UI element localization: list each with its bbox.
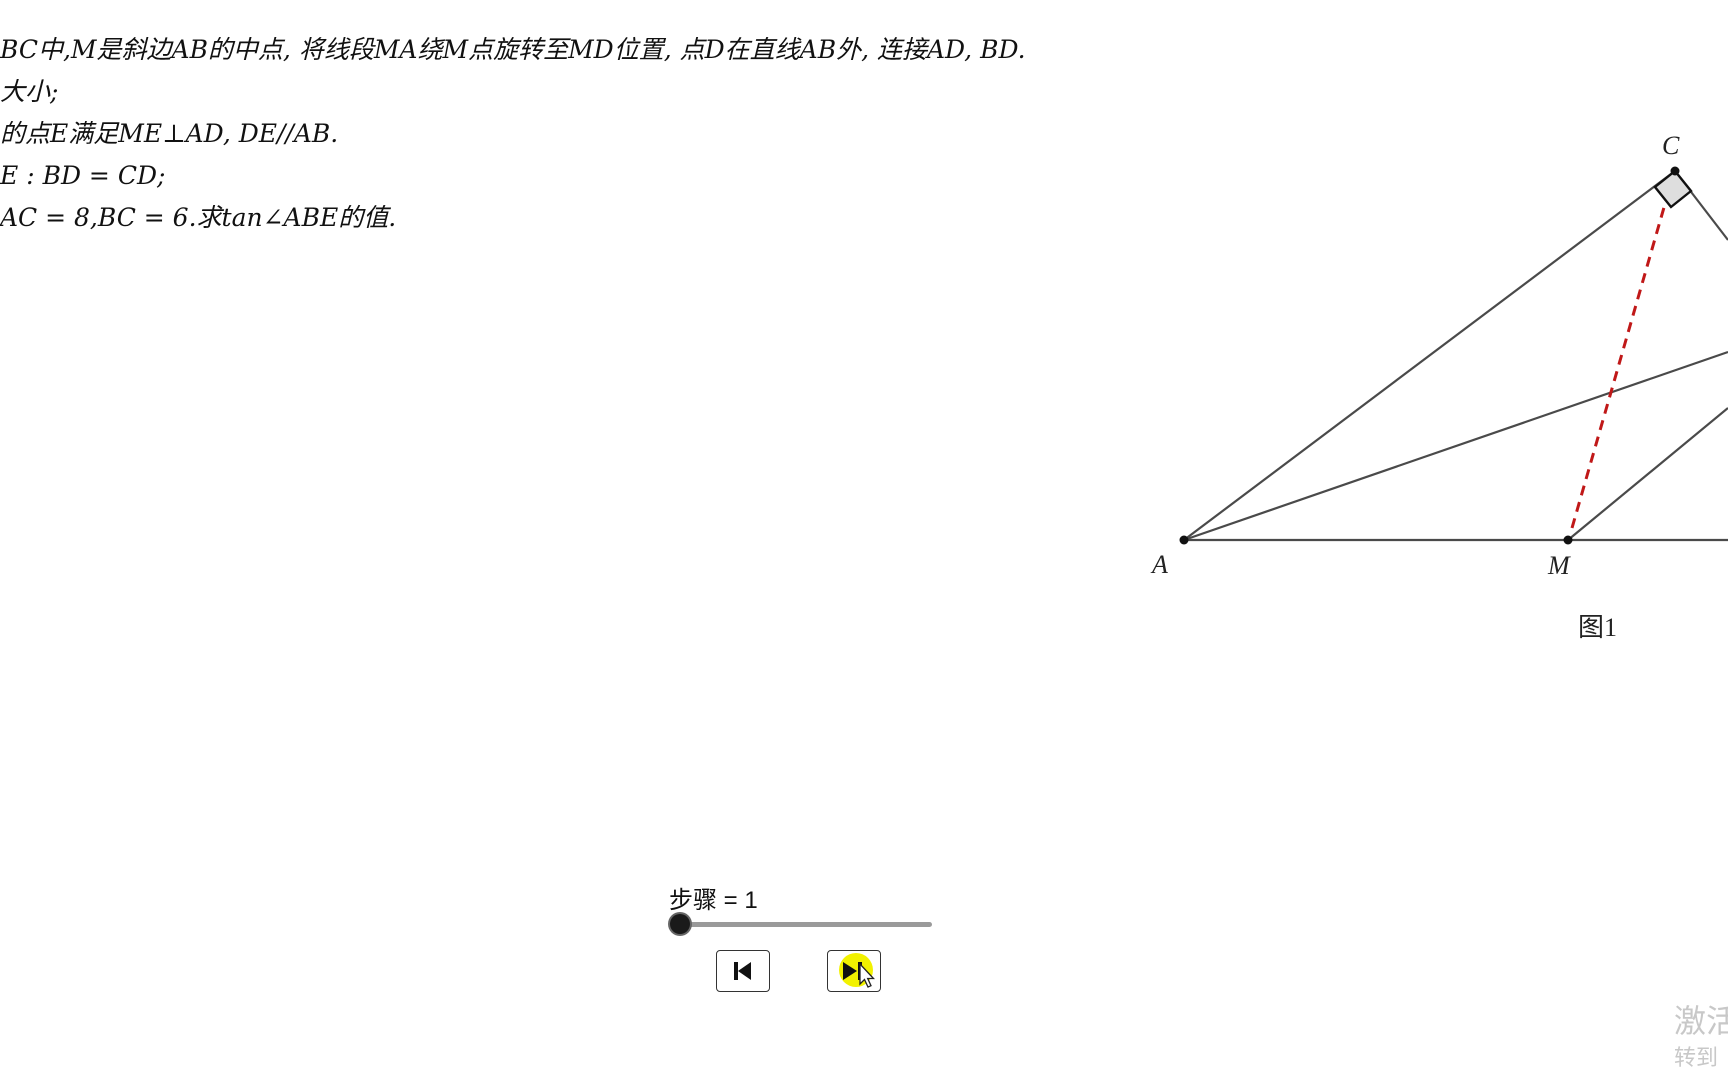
- reset-step-button[interactable]: [716, 950, 770, 992]
- figure-caption: 图1: [1578, 613, 1617, 642]
- point-a[interactable]: [1179, 535, 1189, 545]
- label-a: A: [1150, 550, 1168, 579]
- label-m: M: [1547, 551, 1571, 580]
- step-slider-track[interactable]: [680, 922, 932, 927]
- next-step-icon: [839, 953, 875, 988]
- segment-md: [1567, 407, 1728, 541]
- segment-ad: [1183, 350, 1728, 542]
- segment-mc-dashed: [1570, 182, 1673, 529]
- point-c[interactable]: [1670, 166, 1680, 176]
- geometry-canvas: A M C 图1: [1150, 131, 1728, 642]
- step-slider-label: 步骤 = 1: [669, 887, 758, 914]
- segment-ac: [1183, 170, 1676, 541]
- point-m[interactable]: [1563, 535, 1573, 545]
- right-angle-marker: [1653, 169, 1693, 209]
- watermark-line-2: 转到: [1674, 1046, 1719, 1071]
- watermark-line-1: 激活: [1674, 1002, 1728, 1040]
- skip-to-start-icon: [734, 962, 751, 980]
- label-c: C: [1662, 131, 1680, 160]
- step-slider-thumb[interactable]: [670, 914, 690, 934]
- next-step-button[interactable]: [827, 950, 881, 992]
